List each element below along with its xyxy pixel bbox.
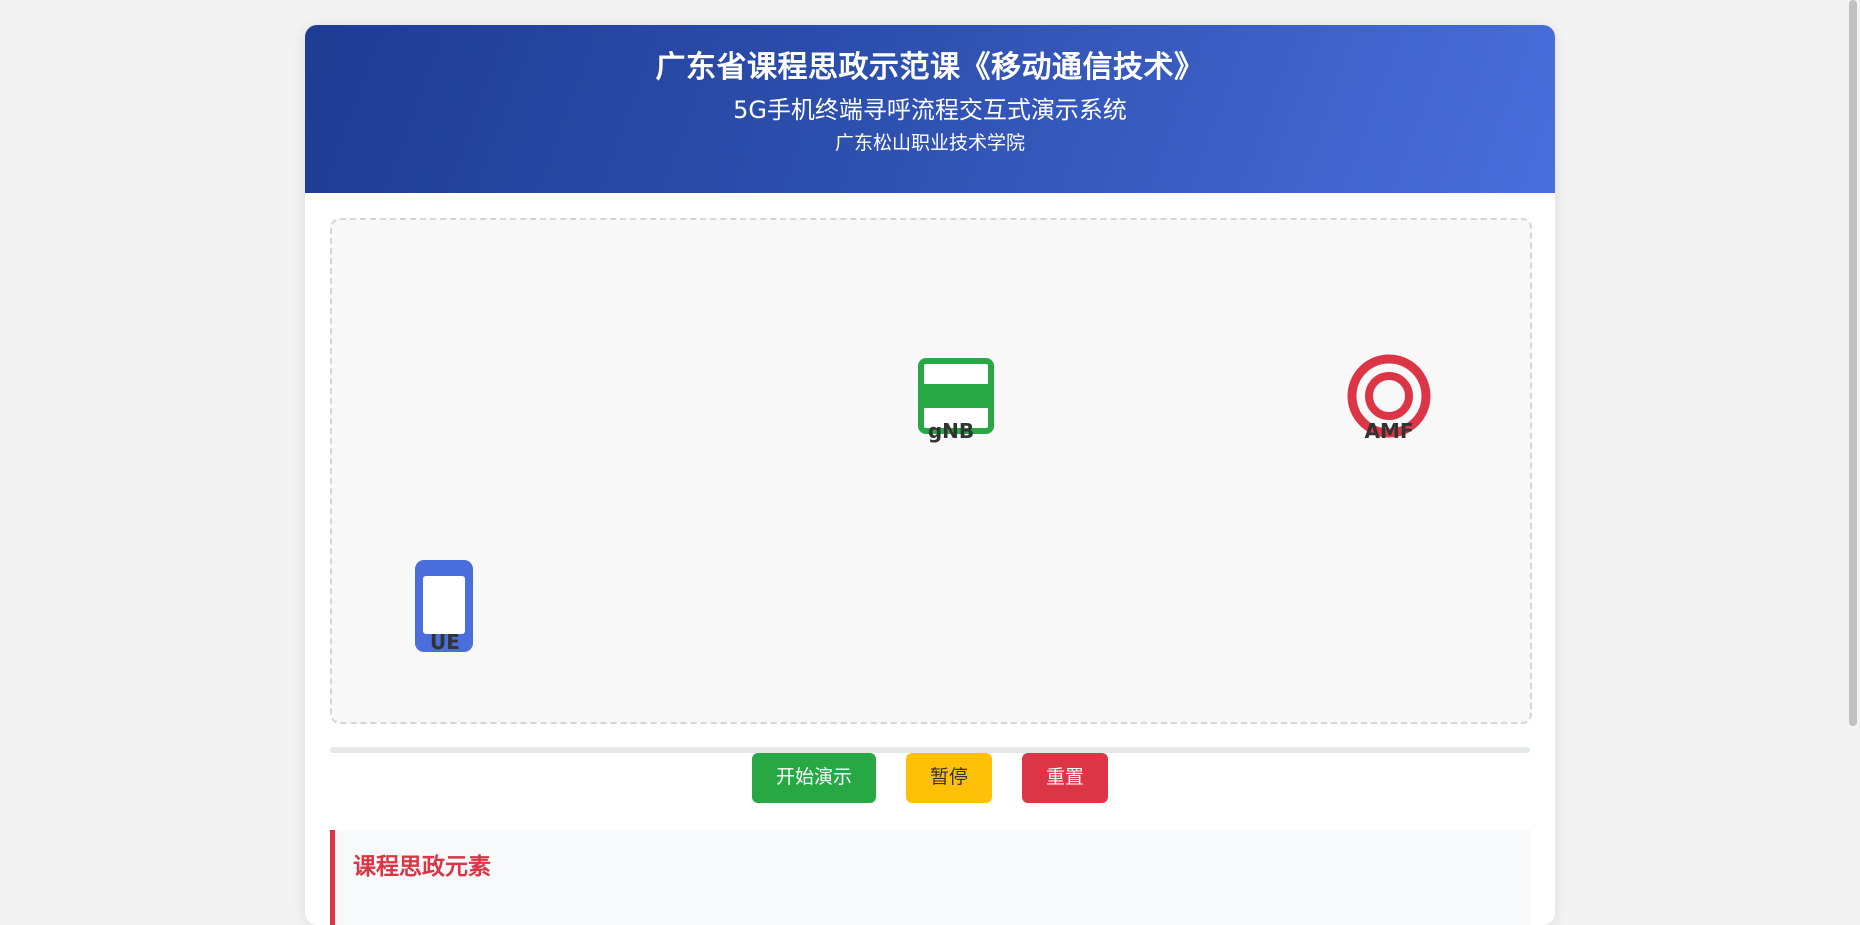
ideology-section: 课程思政元素 (330, 830, 1530, 925)
control-bar: 开始演示 暂停 重置 (305, 753, 1555, 803)
school-name: 广东松山职业技术学院 (834, 132, 1025, 154)
pause-button[interactable]: 暂停 (905, 753, 992, 803)
ue-label: UE (430, 630, 460, 654)
page-title: 广东省课程思政示范课《移动通信技术》 (655, 50, 1205, 85)
ue-node: UE (414, 560, 476, 654)
animation-stage: gNB AMF UE (330, 218, 1532, 724)
header-banner: 广东省课程思政示范课《移动通信技术》 5G手机终端寻呼流程交互式演示系统 广东松… (305, 25, 1555, 193)
page-subtitle: 5G手机终端寻呼流程交互式演示系统 (733, 96, 1127, 124)
amf-label: AMF (1364, 419, 1414, 443)
page-scrollbar[interactable] (1849, 0, 1857, 726)
start-demo-button[interactable]: 开始演示 (751, 753, 876, 803)
amf-node: AMF (1342, 354, 1436, 442)
ideology-title: 课程思政元素 (353, 854, 491, 880)
reset-button[interactable]: 重置 (1022, 753, 1109, 803)
page-container: 广东省课程思政示范课《移动通信技术》 5G手机终端寻呼流程交互式演示系统 广东松… (305, 25, 1555, 925)
gnb-node: gNB (913, 358, 994, 442)
gnb-label: gNB (927, 419, 975, 443)
